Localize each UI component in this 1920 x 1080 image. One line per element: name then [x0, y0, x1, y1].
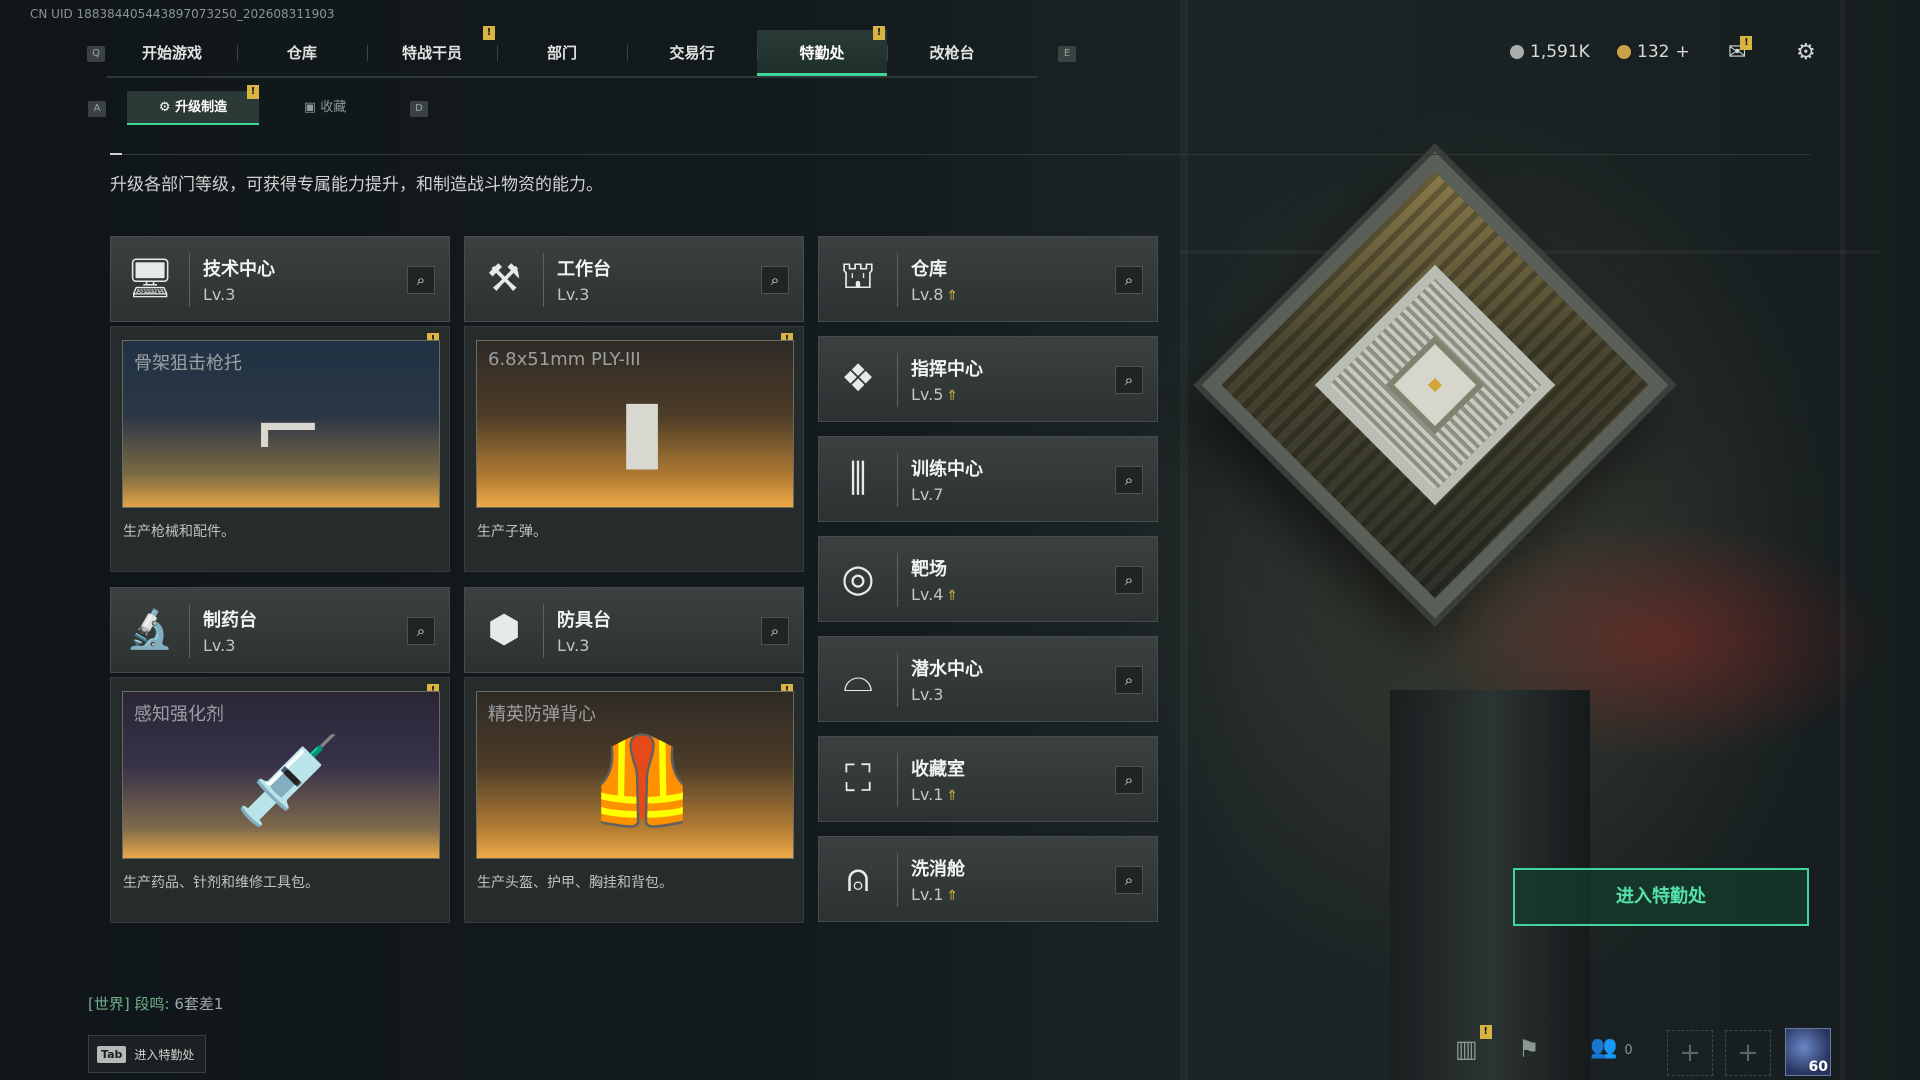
tab-key: Tab	[97, 1045, 127, 1063]
vault-icon: ⛫	[840, 253, 876, 297]
search-icon[interactable]: ⌕	[761, 266, 789, 294]
silver-coin-icon	[1510, 45, 1524, 59]
facility-shooting-range[interactable]: ◎ 靶场 Lv.4 ⇑ ⌕	[818, 536, 1158, 622]
notification-badge: !	[1740, 36, 1753, 50]
subtab-collection[interactable]: ▣ 收藏	[259, 91, 391, 125]
dept-card-armor-bench[interactable]: ⬢ 防具台 Lv.3 ⌕	[464, 587, 804, 673]
add-currency-button[interactable]: +	[1675, 42, 1689, 62]
player-uid: CN UID 188384405443897073250_20260831190…	[30, 7, 335, 21]
search-icon[interactable]: ⌕	[1115, 366, 1143, 394]
page-description: 升级各部门等级，可获得专属能力提升，和制造战斗物资的能力。	[110, 175, 603, 195]
chat-line[interactable]: [世界] 段鸣: 6套差1	[88, 993, 223, 1014]
notification-badge: !	[873, 26, 885, 40]
product-image: 骨架狙击枪托 ⌐	[122, 340, 440, 508]
dept-card-workbench[interactable]: ⚒ 工作台 Lv.3 ⌕	[464, 236, 804, 322]
upgrade-available-icon: ⇑	[946, 388, 959, 404]
search-icon[interactable]: ⌕	[407, 617, 435, 645]
search-icon[interactable]: ⌕	[1115, 766, 1143, 794]
gear-icon[interactable]: ⚙	[1796, 40, 1816, 65]
production-panel-armor-bench[interactable]: ! 精英防弹背心 🦺 生产头盔、护甲、胸挂和背包。	[464, 677, 804, 923]
divider	[110, 154, 1810, 155]
monitor-icon: 🖥	[125, 255, 175, 300]
special-ops-cube-artwork	[1201, 150, 1669, 710]
product-image: 6.8x51mm PLY-III ▮	[476, 340, 794, 508]
search-icon[interactable]: ⌕	[1115, 666, 1143, 694]
upgrade-available-icon: ⇑	[946, 588, 959, 604]
enter-special-ops-button[interactable]: 进入特勤处	[1513, 868, 1809, 926]
next-subtab-hotkey: D	[410, 101, 428, 117]
search-icon[interactable]: ⌕	[1115, 866, 1143, 894]
silver-currency: 1,591K	[1510, 42, 1590, 62]
facility-training-center[interactable]: ⫼ 训练中心 Lv.7 ⌕	[818, 436, 1158, 522]
chat-user: 段鸣:	[134, 995, 170, 1013]
silver-amount: 1,591K	[1530, 42, 1590, 62]
facility-warehouse[interactable]: ⛫ 仓库 Lv.8 ⇑ ⌕	[818, 236, 1158, 322]
facility-collection-room[interactable]: ⛶ 收藏室 Lv.1 ⇑ ⌕	[818, 736, 1158, 822]
search-icon[interactable]: ⌕	[1115, 466, 1143, 494]
empty-squad-slot[interactable]: +	[1667, 1030, 1713, 1076]
search-icon[interactable]: ⌕	[1115, 266, 1143, 294]
hammer-icon: ⚒	[486, 256, 522, 300]
facility-command-center[interactable]: ❖ 指挥中心 Lv.5 ⇑ ⌕	[818, 336, 1158, 422]
target-icon: ◎	[841, 556, 875, 600]
stats-icon[interactable]: ▥!	[1455, 1025, 1492, 1063]
tab-gunsmith[interactable]: 改枪台	[887, 30, 1017, 76]
subtab-upgrade-craft[interactable]: ⚙ 升级制造!	[127, 85, 259, 125]
search-icon[interactable]: ⌕	[407, 266, 435, 294]
tab-operators[interactable]: 特战干员!	[367, 26, 497, 76]
sub-tab-bar: ⚙ 升级制造! ▣ 收藏	[127, 85, 391, 125]
display-case-icon: ⛶	[844, 755, 872, 800]
gold-amount: 132	[1637, 42, 1670, 62]
mail-icon[interactable]: ✉!	[1728, 36, 1753, 65]
player-level: 60	[1808, 1059, 1828, 1075]
next-tab-hotkey: E	[1058, 46, 1076, 62]
tab-special-ops[interactable]: 特勤处!	[757, 26, 887, 76]
tab-warehouse[interactable]: 仓库	[237, 30, 367, 76]
tab-shortcut-hint[interactable]: Tab 进入特勤处	[88, 1035, 206, 1073]
chat-channel: [世界]	[88, 995, 130, 1013]
upgrade-available-icon: ⇑	[946, 788, 959, 804]
dept-card-pharmacy[interactable]: 🔬 制药台 Lv.3 ⌕	[110, 587, 450, 673]
main-tab-bar: 开始游戏 仓库 特战干员! 部门 交易行 特勤处! 改枪台	[107, 26, 1037, 78]
product-image: 感知强化剂 💉	[122, 691, 440, 859]
dumbbell-icon: ⫼	[849, 455, 867, 500]
facility-decontamination[interactable]: ⍝ 洗消舱 Lv.1 ⇑ ⌕	[818, 836, 1158, 922]
upgrade-available-icon: ⇑	[946, 288, 959, 304]
syringe-icon: 💉	[234, 731, 342, 831]
notification-badge: !	[247, 85, 259, 99]
vest-icon: 🦺	[588, 731, 696, 831]
production-panel-workbench[interactable]: ! 6.8x51mm PLY-III ▮ 生产子弹。	[464, 326, 804, 572]
empty-squad-slot[interactable]: +	[1725, 1030, 1771, 1076]
gold-currency: 132 +	[1617, 42, 1690, 62]
upgrade-available-icon: ⇑	[946, 888, 959, 904]
command-icon: ❖	[840, 356, 876, 400]
tab-hint-label: 进入特勤处	[134, 1047, 195, 1062]
diving-mask-icon: ⌓	[842, 655, 874, 700]
rifle-stock-icon: ⌐	[251, 380, 325, 480]
production-panel-pharmacy[interactable]: ! 感知强化剂 💉 生产药品、针剂和维修工具包。	[110, 677, 450, 923]
dept-card-tech-center[interactable]: 🖥 技术中心 Lv.3 ⌕	[110, 236, 450, 322]
product-image: 精英防弹背心 🦺	[476, 691, 794, 859]
tab-trading[interactable]: 交易行	[627, 30, 757, 76]
tab-departments[interactable]: 部门	[497, 30, 627, 76]
notification-badge: !	[483, 26, 495, 40]
production-panel-tech-center[interactable]: ! 骨架狙击枪托 ⌐ 生产枪械和配件。	[110, 326, 450, 572]
decon-icon: ⍝	[846, 855, 870, 900]
gold-coin-icon	[1617, 45, 1631, 59]
prev-subtab-hotkey: A	[88, 101, 106, 117]
friends-icon[interactable]: 👥 0	[1590, 1035, 1633, 1060]
ammo-icon: ▮	[618, 380, 666, 480]
tab-start-game[interactable]: 开始游戏	[107, 30, 237, 76]
flag-icon[interactable]: ⚑	[1518, 1035, 1540, 1063]
player-avatar[interactable]: 60	[1785, 1028, 1831, 1076]
prev-tab-hotkey: Q	[87, 46, 105, 62]
search-icon[interactable]: ⌕	[761, 617, 789, 645]
friends-count: 0	[1624, 1043, 1633, 1058]
facility-diving-center[interactable]: ⌓ 潜水中心 Lv.3 ⌕	[818, 636, 1158, 722]
search-icon[interactable]: ⌕	[1115, 566, 1143, 594]
microscope-icon: 🔬	[126, 606, 174, 651]
cubes-icon: ⬢	[487, 607, 521, 651]
notification-badge: !	[1479, 1025, 1492, 1039]
chat-message: 6套差1	[174, 995, 224, 1013]
